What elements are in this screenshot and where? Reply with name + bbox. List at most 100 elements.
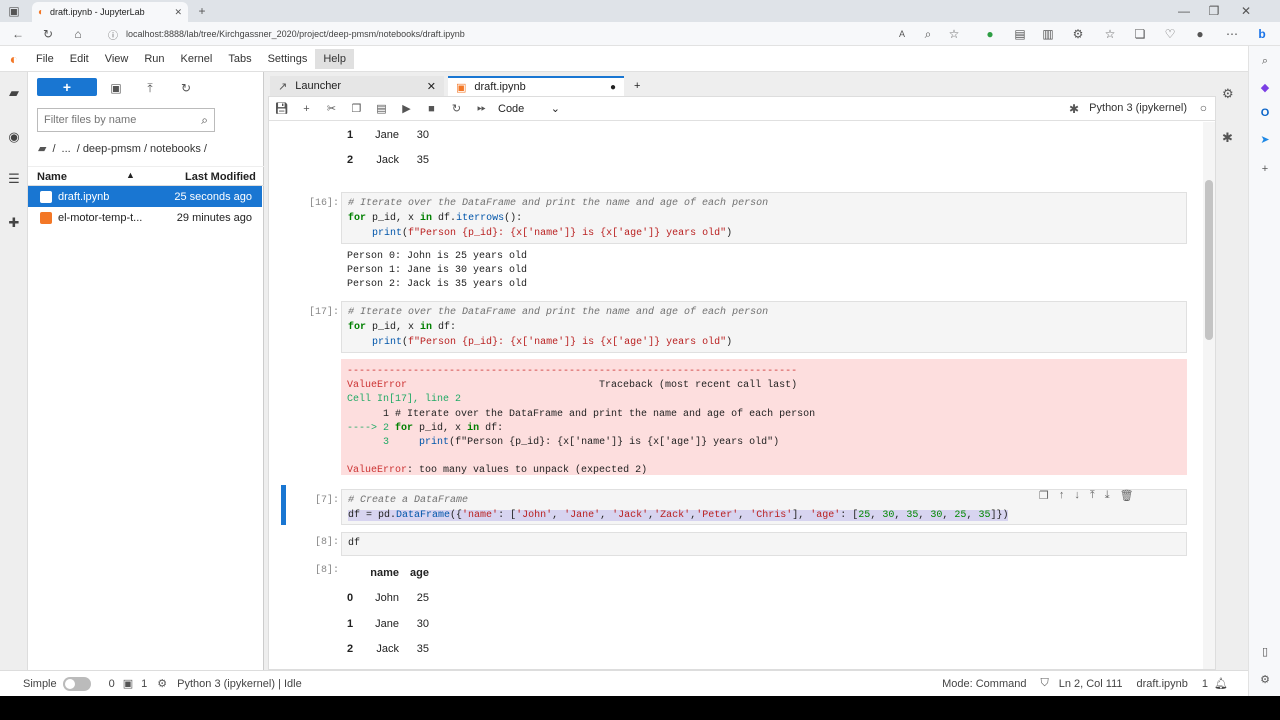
close-window-icon[interactable]: ✕ <box>1238 3 1254 19</box>
kernel-status[interactable]: Python 3 (ipykernel) | Idle <box>177 678 302 690</box>
new-launcher-button[interactable]: + <box>37 78 97 96</box>
edge-settings-icon[interactable]: ⚙ <box>1256 670 1274 688</box>
paste-icon[interactable]: ▤ <box>369 97 394 121</box>
notification-bell-icon[interactable]: 🔔︎ <box>1214 677 1228 690</box>
extensions-icon[interactable]: ⚙ <box>1070 26 1086 42</box>
debugger-panel-icon[interactable]: ✱ <box>1222 130 1233 146</box>
cursor-position[interactable]: Ln 2, Col 111 <box>1059 678 1123 690</box>
extension-icon[interactable]: ▤ <box>1012 26 1028 42</box>
favorite-icon[interactable]: ☆ <box>946 26 962 42</box>
breadcrumb-root[interactable]: / <box>52 143 55 155</box>
column-name[interactable]: Name <box>37 171 67 183</box>
notebook-content: 1 Jane 30 2 Jack 35 [16]: # Iterate over… <box>269 122 1199 669</box>
column-last-modified[interactable]: Last Modified <box>185 171 256 183</box>
kernels-count[interactable]: 1 <box>141 678 147 690</box>
favorites-icon[interactable]: ☆ <box>1102 26 1118 42</box>
refresh-icon[interactable]: ↻ <box>40 26 56 42</box>
kernel-name[interactable]: Python 3 (ipykernel) <box>1089 102 1187 114</box>
menu-help[interactable]: Help <box>315 48 354 69</box>
upload-icon[interactable]: ⤒ <box>142 80 158 96</box>
new-tab-icon[interactable]: + <box>194 3 210 19</box>
performance-icon[interactable]: ♡ <box>1162 26 1178 42</box>
code-editor[interactable]: # Iterate over the DataFrame and print t… <box>341 301 1187 353</box>
stop-icon[interactable]: ■ <box>419 97 444 121</box>
code-editor[interactable]: # Iterate over the DataFrame and print t… <box>341 192 1187 244</box>
menu-file[interactable]: File <box>28 49 62 69</box>
tab-draft[interactable]: ▣ draft.ipynb ● <box>448 76 624 96</box>
menu-kernel[interactable]: Kernel <box>173 49 221 69</box>
folder-icon[interactable]: ▰ <box>38 142 46 155</box>
filter-box[interactable]: ⌕ <box>37 108 215 132</box>
read-aloud-icon[interactable]: A <box>894 26 910 42</box>
tab-draft-label: draft.ipynb <box>474 81 526 93</box>
menu-tabs[interactable]: Tabs <box>220 49 259 69</box>
file-row[interactable]: draft.ipynb 25 seconds ago <box>28 186 262 207</box>
filter-input[interactable] <box>44 114 194 126</box>
fast-forward-icon[interactable]: ⏩︎ <box>469 97 494 121</box>
menu-run[interactable]: Run <box>136 49 172 69</box>
table-row: 1 Jane 30 <box>347 611 439 637</box>
move-down-icon[interactable]: ↓ <box>1074 489 1080 502</box>
folder-icon[interactable]: ▰ <box>5 84 23 102</box>
notebook-scrollbar[interactable] <box>1203 122 1215 669</box>
extension-manager-icon[interactable]: ✚ <box>5 214 23 232</box>
back-icon[interactable]: ← <box>10 26 26 42</box>
extension-check-icon[interactable]: ● <box>982 26 998 42</box>
breadcrumb-path[interactable]: / deep-pmsm / notebooks / <box>77 143 207 155</box>
terminals-count[interactable]: 0 <box>109 678 115 690</box>
menu-settings[interactable]: Settings <box>260 49 316 69</box>
debugger-icon[interactable]: ✱ <box>1069 102 1079 116</box>
zoom-icon[interactable]: ⌕ <box>920 26 936 42</box>
delete-cell-icon[interactable]: 🗑︎ <box>1120 489 1134 502</box>
unsaved-dot-icon[interactable]: ● <box>610 82 616 93</box>
address-bar[interactable]: ⓘ localhost:8888/lab/tree/Kirchgassner_2… <box>100 24 880 44</box>
maximize-icon[interactable]: ❐ <box>1206 3 1222 19</box>
property-inspector-icon[interactable]: ⚙ <box>1222 86 1234 102</box>
run-icon[interactable]: ▶ <box>394 97 419 121</box>
extension-2-icon[interactable]: ▥ <box>1040 26 1056 42</box>
insert-cell-icon[interactable]: + <box>294 97 319 121</box>
save-icon[interactable]: 💾︎ <box>269 97 294 121</box>
tab-actions-icon[interactable]: ▣ <box>6 3 22 19</box>
new-folder-icon[interactable]: ▣ <box>108 80 124 96</box>
add-icon[interactable]: + <box>1256 160 1274 178</box>
search-icon: ⌕ <box>201 112 208 127</box>
insert-above-icon[interactable]: ⤒ <box>1090 489 1095 502</box>
new-tab-button[interactable]: + <box>626 76 650 96</box>
send-icon[interactable]: ➤ <box>1256 130 1274 148</box>
copilot-icon[interactable]: ◆ <box>1256 78 1274 96</box>
cut-icon[interactable]: ✂ <box>319 97 344 121</box>
duplicate-cell-icon[interactable]: ❐ <box>1039 489 1049 502</box>
minimize-icon[interactable]: — <box>1176 3 1192 19</box>
search-icon[interactable]: ⌕ <box>1256 52 1274 70</box>
restart-icon[interactable]: ↻ <box>444 97 469 121</box>
collections-icon[interactable]: ❏ <box>1132 26 1148 42</box>
home-icon[interactable]: ⌂ <box>70 26 86 42</box>
info-icon[interactable]: ⓘ <box>108 27 118 42</box>
simple-mode-toggle[interactable] <box>62 676 91 691</box>
sort-asc-icon[interactable]: ▲ <box>126 170 135 180</box>
code-editor[interactable]: df <box>341 532 1187 556</box>
file-row[interactable]: el-motor-temp-t... 29 minutes ago <box>28 207 262 228</box>
sidebar-toggle-icon[interactable]: ▯ <box>1256 642 1274 660</box>
move-up-icon[interactable]: ↑ <box>1059 489 1065 502</box>
trust-icon[interactable]: ⛉ <box>1040 677 1048 690</box>
profile-icon[interactable]: ● <box>1192 26 1208 42</box>
outlook-icon[interactable]: O <box>1256 104 1274 122</box>
bing-icon[interactable]: b <box>1254 26 1270 42</box>
scroll-thumb[interactable] <box>1205 180 1213 340</box>
refresh-files-icon[interactable]: ↻ <box>178 80 194 96</box>
running-icon[interactable]: ◉ <box>5 128 23 146</box>
copy-icon[interactable]: ❐ <box>344 97 369 121</box>
close-tab-icon[interactable]: ✕ <box>174 7 182 18</box>
menu-edit[interactable]: Edit <box>62 49 97 69</box>
more-icon[interactable]: ⋯ <box>1224 26 1240 42</box>
tab-launcher[interactable]: ↗ Launcher ✕ <box>270 76 444 96</box>
breadcrumb-ellipsis[interactable]: ... <box>62 143 71 155</box>
close-icon[interactable]: ✕ <box>427 80 436 93</box>
toc-icon[interactable]: ☰ <box>5 170 23 188</box>
browser-tab[interactable]: ◐ draft.ipynb - JupyterLab ✕ <box>32 2 188 22</box>
menu-view[interactable]: View <box>97 49 137 69</box>
cell-type-select[interactable]: Code ⌄ <box>494 100 564 118</box>
insert-below-icon[interactable]: ⤓ <box>1105 489 1110 502</box>
